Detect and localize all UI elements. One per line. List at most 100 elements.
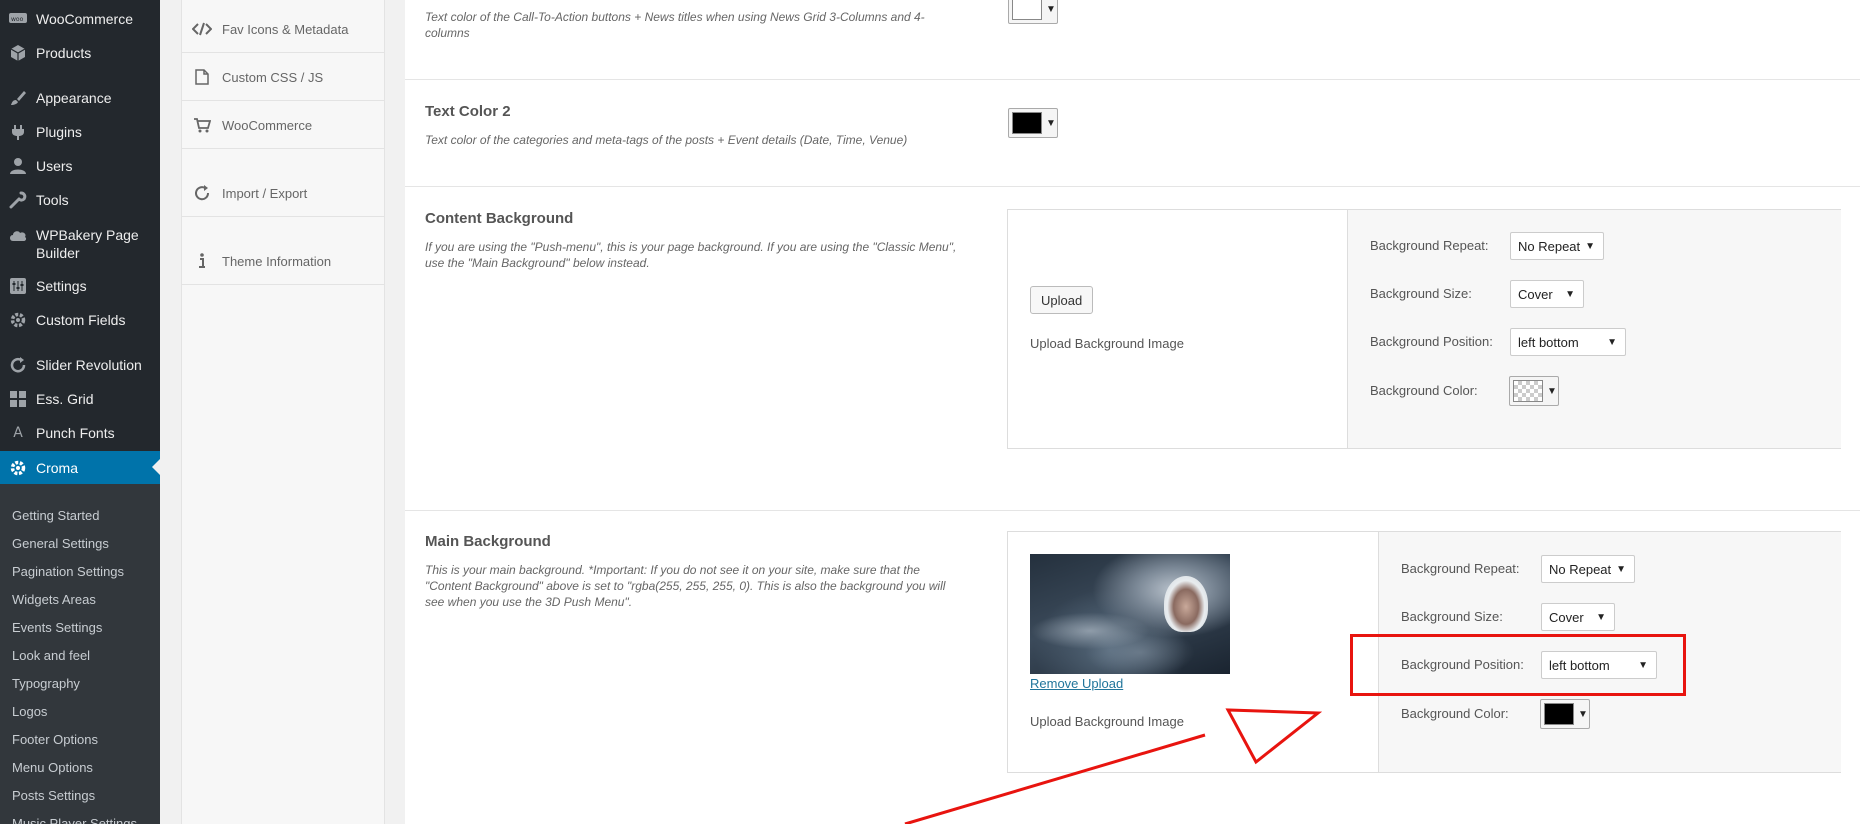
- nav-label: Custom CSS / JS: [222, 69, 324, 85]
- background-position-select[interactable]: left bottom ▼: [1510, 328, 1626, 356]
- menu-label: Users: [36, 158, 73, 174]
- submenu-widgets-areas[interactable]: Widgets Areas: [12, 592, 96, 607]
- nav-fav-icons[interactable]: Fav Icons & Metadata: [182, 10, 385, 48]
- refresh-icon: [0, 356, 36, 374]
- nav-custom-css-js[interactable]: Custom CSS / JS: [182, 58, 385, 96]
- section-divider: [405, 79, 1860, 80]
- submenu-typography[interactable]: Typography: [12, 676, 80, 691]
- upload-background-image-label: Upload Background Image: [1030, 714, 1184, 729]
- background-color-picker[interactable]: ▼: [1509, 376, 1559, 406]
- background-repeat-select[interactable]: No Repeat ▼: [1510, 232, 1604, 260]
- upload-background-image-label: Upload Background Image: [1030, 336, 1184, 351]
- background-color-picker[interactable]: ▼: [1540, 699, 1590, 729]
- background-size-select[interactable]: Cover ▼: [1541, 603, 1615, 631]
- text-color-2-description: Text color of the categories and meta-ta…: [425, 133, 908, 147]
- background-size-label: Background Size:: [1401, 609, 1503, 624]
- menu-woocommerce[interactable]: woo WooCommerce: [0, 3, 160, 35]
- svg-text:woo: woo: [11, 16, 24, 23]
- text-color-2-picker[interactable]: ▼: [1008, 108, 1058, 138]
- menu-users[interactable]: Users: [0, 150, 160, 182]
- submenu-music-player-settings[interactable]: Music Player Settings: [12, 816, 137, 824]
- dropdown-arrow-icon: ▼: [1616, 563, 1626, 575]
- color-swatch: [1012, 112, 1042, 134]
- submenu-footer-options[interactable]: Footer Options: [12, 732, 98, 747]
- nav-theme-information[interactable]: Theme Information: [182, 242, 385, 280]
- submenu-general-settings[interactable]: General Settings: [12, 536, 109, 551]
- submenu-menu-options[interactable]: Menu Options: [12, 760, 93, 775]
- content-background-description: If you are using the "Push-menu", this i…: [425, 240, 957, 270]
- croma-submenu: Getting Started General Settings Paginat…: [0, 484, 160, 824]
- color-swatch: [1012, 0, 1042, 20]
- submenu-events-settings[interactable]: Events Settings: [12, 620, 102, 635]
- text-color-1-picker[interactable]: ▼: [1008, 0, 1058, 24]
- nav-label: Theme Information: [222, 253, 332, 269]
- color-swatch: [1544, 703, 1574, 725]
- wrench-icon: [0, 191, 36, 209]
- menu-settings[interactable]: Settings: [0, 270, 160, 302]
- menu-label: Ess. Grid: [36, 391, 94, 407]
- woo-icon: woo: [0, 13, 36, 25]
- section-divider: [405, 510, 1860, 511]
- submenu-posts-settings[interactable]: Posts Settings: [12, 788, 95, 803]
- menu-label: Products: [36, 45, 92, 61]
- background-repeat-label: Background Repeat:: [1370, 238, 1489, 253]
- dropdown-arrow-icon: ▼: [1596, 611, 1606, 623]
- refresh-icon: [182, 184, 222, 202]
- content-background-title: Content Background: [425, 210, 574, 227]
- cart-icon: [182, 117, 222, 133]
- products-cube-icon: [0, 44, 36, 62]
- menu-custom-fields[interactable]: Custom Fields: [0, 304, 160, 336]
- background-repeat-label: Background Repeat:: [1401, 561, 1520, 576]
- menu-ess-grid[interactable]: Ess. Grid: [0, 383, 160, 415]
- menu-label: Appearance: [36, 90, 112, 106]
- dropdown-arrow-icon: ▼: [1565, 288, 1575, 300]
- upload-button[interactable]: Upload: [1030, 286, 1094, 314]
- menu-appearance[interactable]: Appearance: [0, 82, 160, 114]
- nav-label: Fav Icons & Metadata: [222, 21, 349, 37]
- cloud-icon: [0, 226, 36, 242]
- menu-label: WPBakery Page Builder: [36, 227, 139, 261]
- dropdown-arrow-icon: ▼: [1046, 117, 1056, 129]
- highlight-annotation-box: [1350, 634, 1686, 696]
- submenu-pagination-settings[interactable]: Pagination Settings: [12, 564, 124, 579]
- content-background-options: Background Repeat: No Repeat ▼ Backgroun…: [1347, 210, 1841, 448]
- letter-a-icon: A: [13, 425, 23, 441]
- settings-sliders-icon: [0, 278, 36, 294]
- nav-divider: [182, 284, 385, 285]
- remove-upload-link[interactable]: Remove Upload: [1030, 676, 1123, 691]
- nav-divider: [182, 148, 385, 149]
- submenu-look-and-feel[interactable]: Look and feel: [12, 648, 90, 663]
- text-color-2-title: Text Color 2: [425, 103, 511, 120]
- menu-label: Settings: [36, 278, 87, 294]
- options-content: Text color of the Call-To-Action buttons…: [405, 0, 1860, 824]
- nav-divider: [182, 52, 385, 53]
- submenu-getting-started[interactable]: Getting Started: [12, 508, 99, 523]
- nav-label: WooCommerce: [222, 117, 313, 133]
- background-repeat-select[interactable]: No Repeat ▼: [1541, 555, 1635, 583]
- dropdown-arrow-icon: ▼: [1607, 336, 1617, 348]
- user-icon: [0, 157, 36, 175]
- nav-woocommerce[interactable]: WooCommerce: [182, 106, 385, 144]
- menu-plugins[interactable]: Plugins: [0, 116, 160, 148]
- gear-icon: [0, 311, 36, 329]
- menu-products[interactable]: Products: [0, 37, 160, 69]
- admin-sidebar: woo WooCommerce Products Appearance Plug…: [0, 0, 160, 824]
- menu-wpbakery[interactable]: WPBakery Page Builder: [0, 222, 160, 264]
- nav-import-export[interactable]: Import / Export: [182, 174, 385, 212]
- menu-label: Slider Revolution: [36, 357, 142, 373]
- menu-slider-revolution[interactable]: Slider Revolution: [0, 349, 160, 381]
- background-position-label: Background Position:: [1370, 334, 1493, 349]
- grid-icon: [0, 391, 36, 407]
- menu-punch-fonts[interactable]: A Punch Fonts: [0, 417, 160, 449]
- background-size-select[interactable]: Cover ▼: [1510, 280, 1584, 308]
- nav-divider: [182, 100, 385, 101]
- background-color-label: Background Color:: [1401, 706, 1509, 721]
- thumbnail-figure: [1164, 576, 1208, 632]
- menu-tools[interactable]: Tools: [0, 184, 160, 216]
- menu-croma[interactable]: Croma: [0, 451, 160, 485]
- submenu-logos[interactable]: Logos: [12, 704, 47, 719]
- content-background-panel: Upload Upload Background Image Backgroun…: [1007, 209, 1841, 449]
- color-swatch: [1513, 380, 1543, 402]
- text-color-1-description: Text color of the Call-To-Action buttons…: [425, 10, 925, 40]
- dropdown-arrow-icon: ▼: [1578, 708, 1588, 720]
